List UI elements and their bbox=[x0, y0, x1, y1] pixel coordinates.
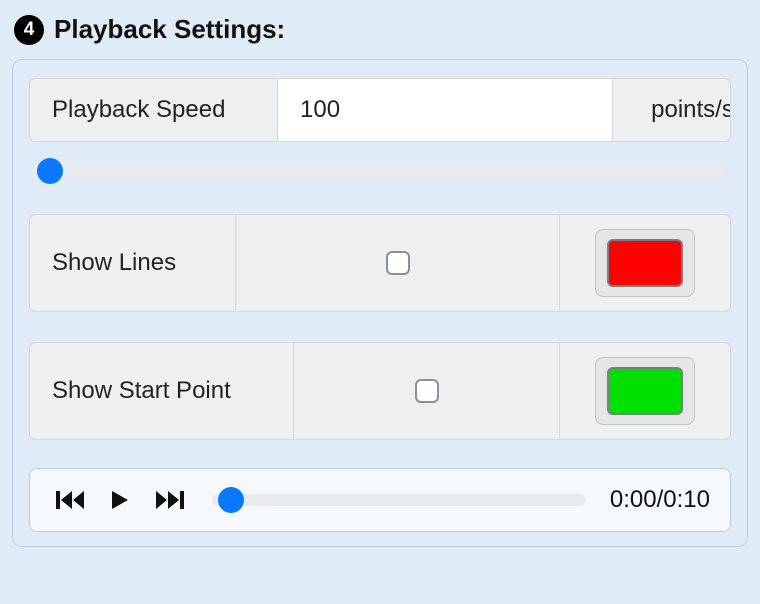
slider-track bbox=[33, 165, 727, 177]
step-badge: 4 bbox=[14, 15, 44, 45]
show-start-label: Show Start Point bbox=[30, 343, 294, 439]
playback-speed-label: Playback Speed bbox=[30, 79, 278, 141]
section-title: Playback Settings: bbox=[54, 14, 285, 45]
show-start-color-cell bbox=[560, 343, 730, 439]
playback-slider-thumb[interactable] bbox=[218, 487, 244, 513]
skip-back-button[interactable] bbox=[56, 489, 86, 511]
show-lines-color-cell bbox=[560, 215, 730, 311]
slider-thumb[interactable] bbox=[37, 158, 63, 184]
show-start-swatch bbox=[607, 367, 683, 415]
playback-speed-unit: points/s bbox=[612, 79, 731, 141]
skip-forward-button[interactable] bbox=[154, 489, 184, 511]
playback-position-slider[interactable] bbox=[208, 487, 590, 513]
playback-settings-panel: Playback Speed points/s Show Lines Show … bbox=[12, 59, 748, 547]
playback-speed-row: Playback Speed points/s bbox=[29, 78, 731, 142]
show-lines-checkbox[interactable] bbox=[386, 251, 410, 275]
show-lines-label: Show Lines bbox=[30, 215, 236, 311]
playback-speed-input[interactable] bbox=[278, 79, 612, 141]
show-start-checkbox[interactable] bbox=[415, 379, 439, 403]
show-start-check-cell bbox=[294, 343, 560, 439]
playback-time: 0:00/0:10 bbox=[610, 486, 710, 514]
play-icon bbox=[110, 489, 130, 511]
show-start-color-button[interactable] bbox=[595, 357, 695, 425]
show-start-row: Show Start Point bbox=[29, 342, 731, 440]
skip-forward-icon bbox=[154, 489, 184, 511]
playback-bar: 0:00/0:10 bbox=[29, 468, 731, 532]
playback-slider-track bbox=[212, 494, 586, 506]
playback-speed-slider[interactable] bbox=[29, 158, 731, 184]
playback-buttons bbox=[56, 489, 184, 511]
show-lines-swatch bbox=[607, 239, 683, 287]
section-header: 4 Playback Settings: bbox=[12, 10, 748, 59]
show-lines-check-cell bbox=[236, 215, 560, 311]
step-number: 4 bbox=[24, 19, 35, 41]
show-lines-row: Show Lines bbox=[29, 214, 731, 312]
play-button[interactable] bbox=[110, 489, 130, 511]
skip-back-icon bbox=[56, 489, 86, 511]
show-lines-color-button[interactable] bbox=[595, 229, 695, 297]
